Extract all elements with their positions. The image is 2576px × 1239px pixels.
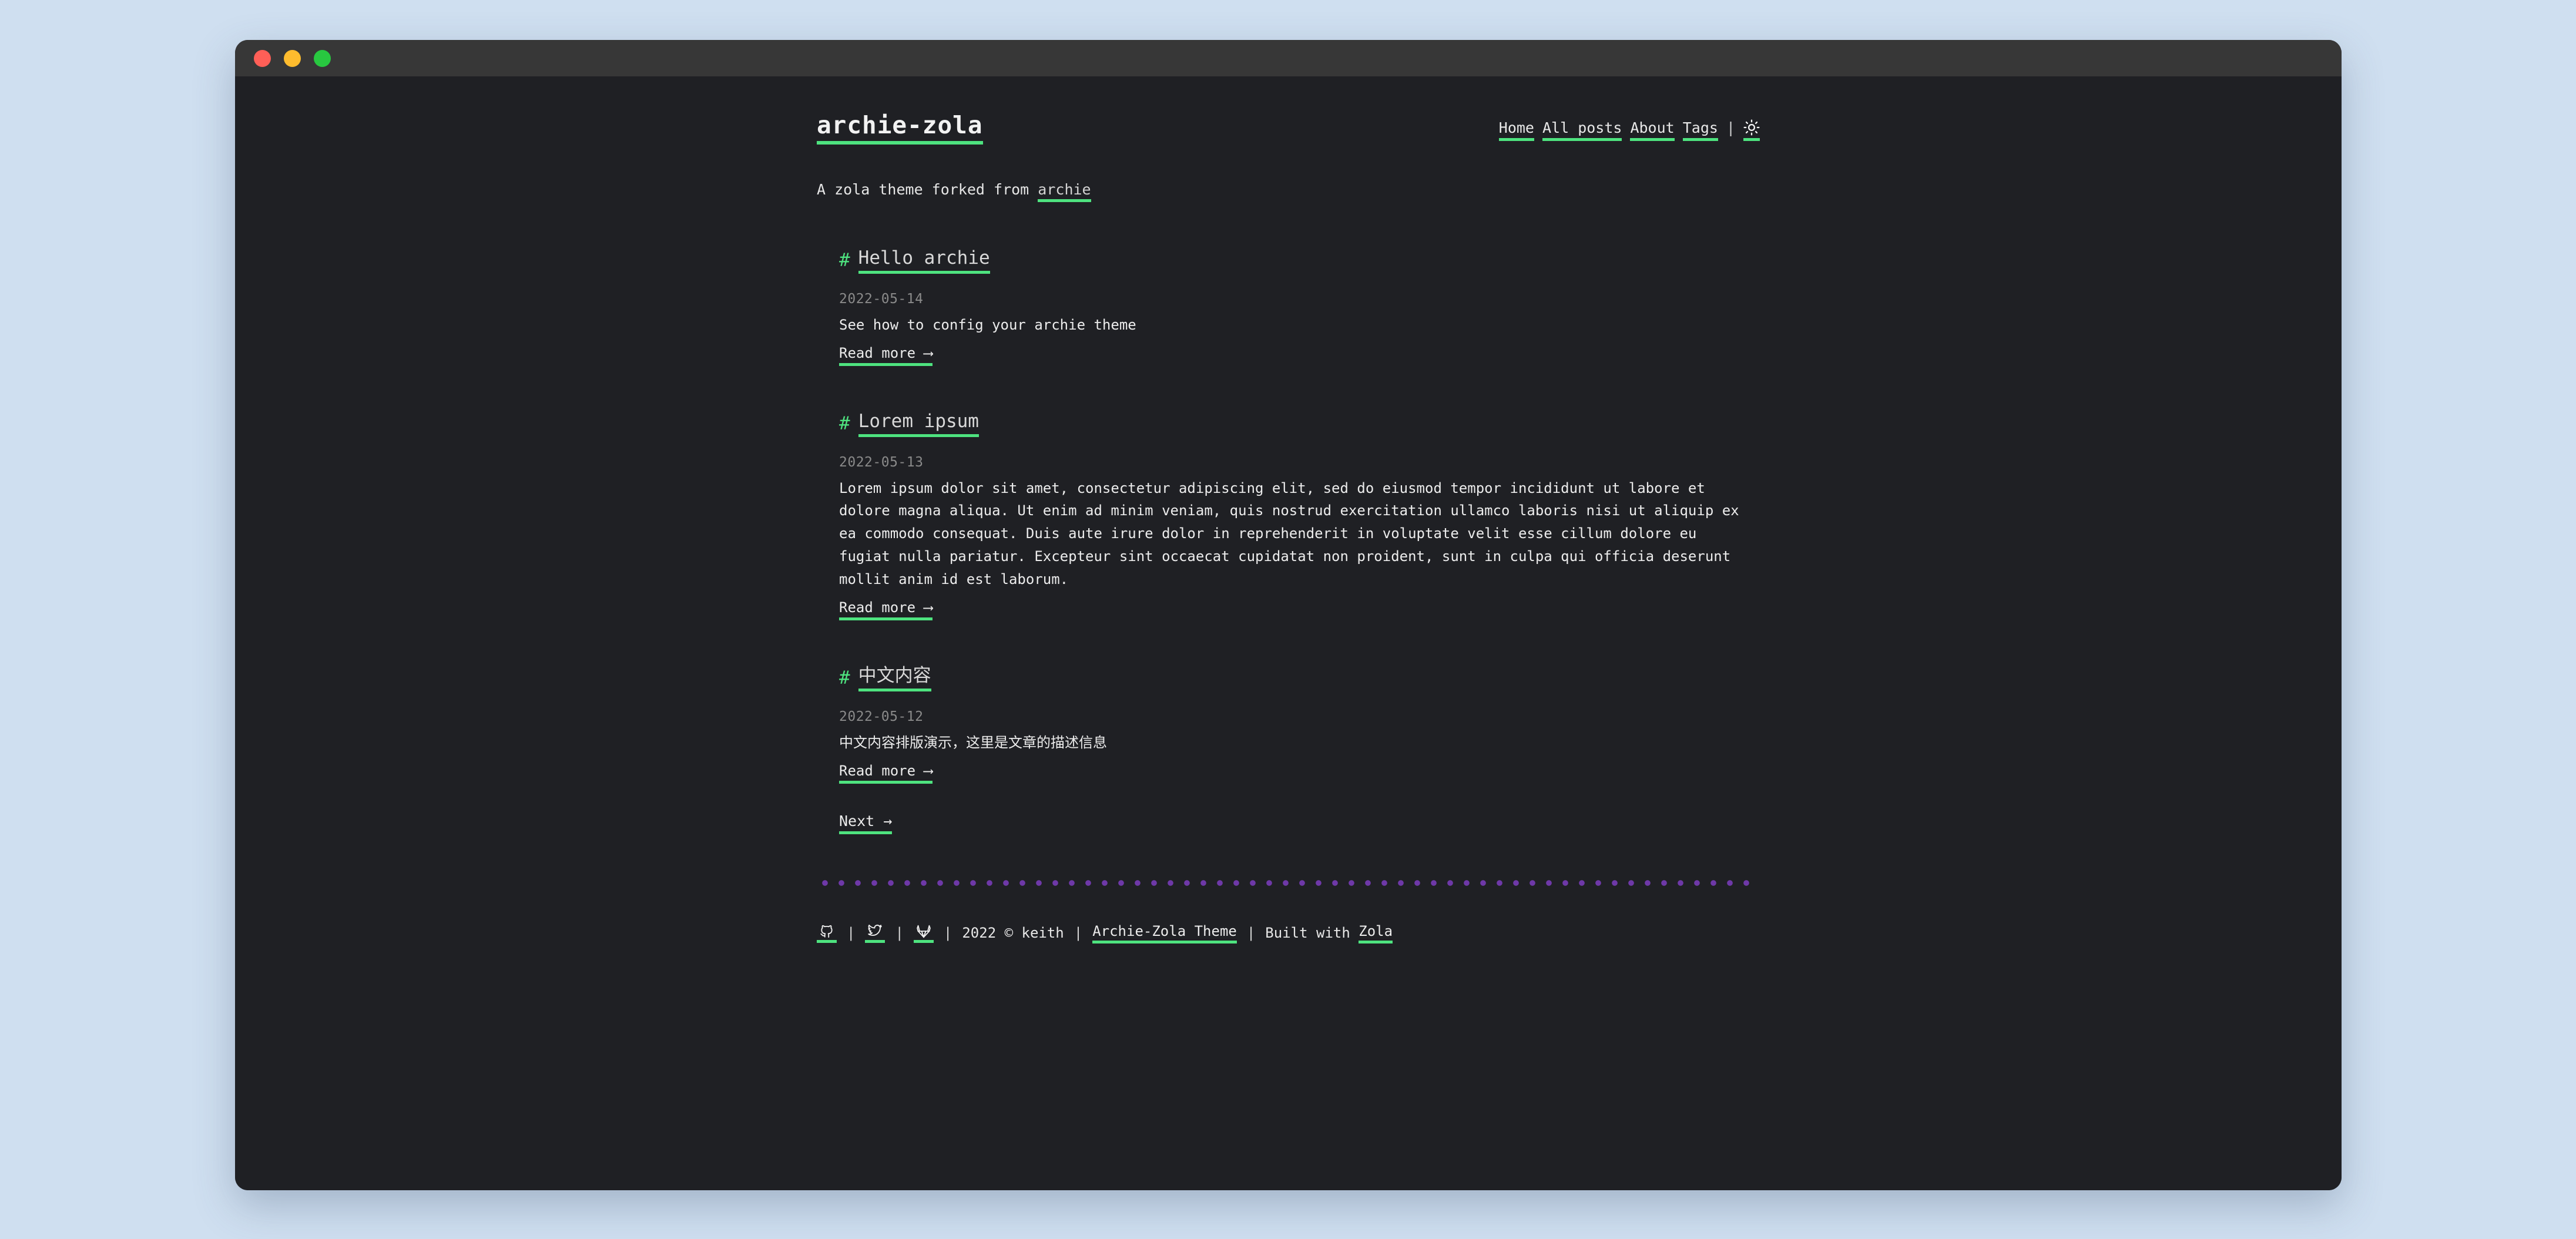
window-titlebar	[235, 40, 2342, 76]
footer-separator: |	[1074, 925, 1083, 942]
post-item: # 中文内容 2022-05-12 中文内容排版演示，这里是文章的描述信息 Re…	[839, 666, 1760, 784]
footer-built-with-text: Built with	[1265, 925, 1359, 942]
post-title-link[interactable]: Lorem ipsum	[858, 411, 979, 437]
site-tagline: A zola theme forked from archie	[817, 179, 1760, 203]
post-description: See how to config your archie theme	[839, 316, 1136, 333]
post-date: 2022-05-13	[839, 454, 924, 470]
post-title-link[interactable]: 中文内容	[858, 666, 931, 692]
github-icon[interactable]	[817, 923, 837, 943]
main-navigation: Home All posts About Tags |	[1498, 119, 1760, 145]
page-viewport: archie-zola Home All posts About Tags |	[235, 76, 2342, 1190]
read-more-link[interactable]: Read more ⟶	[839, 345, 933, 366]
hash-icon: #	[839, 667, 850, 689]
post-title-row: # Lorem ipsum	[839, 411, 1760, 437]
nav-item-about[interactable]: About	[1630, 119, 1675, 142]
post-list: # Hello archie 2022-05-14 See how to con…	[817, 247, 1760, 784]
pagination: Next →	[817, 812, 1760, 834]
footer-separator: |	[1246, 925, 1256, 942]
post-title-row: # Hello archie	[839, 247, 1760, 274]
footer-theme-link[interactable]: Archie-Zola Theme	[1092, 923, 1237, 943]
footer-separator: |	[895, 925, 904, 942]
tagline-text: A zola theme forked from	[817, 181, 1038, 199]
nav-item-tags[interactable]: Tags	[1682, 119, 1718, 142]
post-date: 2022-05-12	[839, 709, 924, 725]
site-header: archie-zola Home All posts About Tags |	[817, 76, 1760, 145]
post-item: # Lorem ipsum 2022-05-13 Lorem ipsum dol…	[839, 411, 1760, 620]
sun-icon[interactable]	[1743, 119, 1760, 142]
site-title-link[interactable]: archie-zola	[817, 112, 983, 145]
hash-icon: #	[839, 249, 850, 271]
footer-separator: |	[943, 925, 952, 942]
nav-separator: |	[1726, 119, 1735, 136]
content-column: archie-zola Home All posts About Tags |	[817, 76, 1760, 943]
post-description: 中文内容排版演示，这里是文章的描述信息	[839, 734, 1107, 751]
read-more-link[interactable]: Read more ⟶	[839, 599, 933, 620]
maximize-button[interactable]	[314, 49, 331, 67]
gitlab-icon[interactable]	[913, 923, 934, 943]
footer-separator: |	[847, 925, 856, 942]
hash-icon: #	[839, 412, 850, 434]
site-footer: | | | 2022 © keith | Archie-Zola Theme |…	[817, 923, 1760, 943]
footer-zola-link[interactable]: Zola	[1359, 923, 1393, 943]
twitter-icon[interactable]	[865, 923, 886, 943]
post-item: # Hello archie 2022-05-14 See how to con…	[839, 247, 1760, 366]
tagline-archie-link[interactable]: archie	[1038, 181, 1091, 203]
pagination-next-link[interactable]: Next →	[839, 812, 893, 834]
read-more-link[interactable]: Read more ⟶	[839, 763, 933, 784]
close-button[interactable]	[254, 49, 271, 67]
post-description: Lorem ipsum dolor sit amet, consectetur …	[839, 479, 1739, 588]
nav-item-all-posts[interactable]: All posts	[1542, 119, 1622, 142]
browser-window: archie-zola Home All posts About Tags |	[235, 40, 2342, 1190]
desktop-background: archie-zola Home All posts About Tags |	[0, 0, 2576, 1239]
footer-copyright: 2022 © keith	[962, 925, 1064, 942]
post-title-row: # 中文内容	[839, 666, 1760, 692]
nav-item-home[interactable]: Home	[1498, 119, 1534, 142]
minimize-button[interactable]	[284, 49, 301, 67]
post-title-link[interactable]: Hello archie	[858, 247, 990, 274]
post-date: 2022-05-14	[839, 291, 924, 307]
dotted-divider	[817, 878, 1757, 888]
